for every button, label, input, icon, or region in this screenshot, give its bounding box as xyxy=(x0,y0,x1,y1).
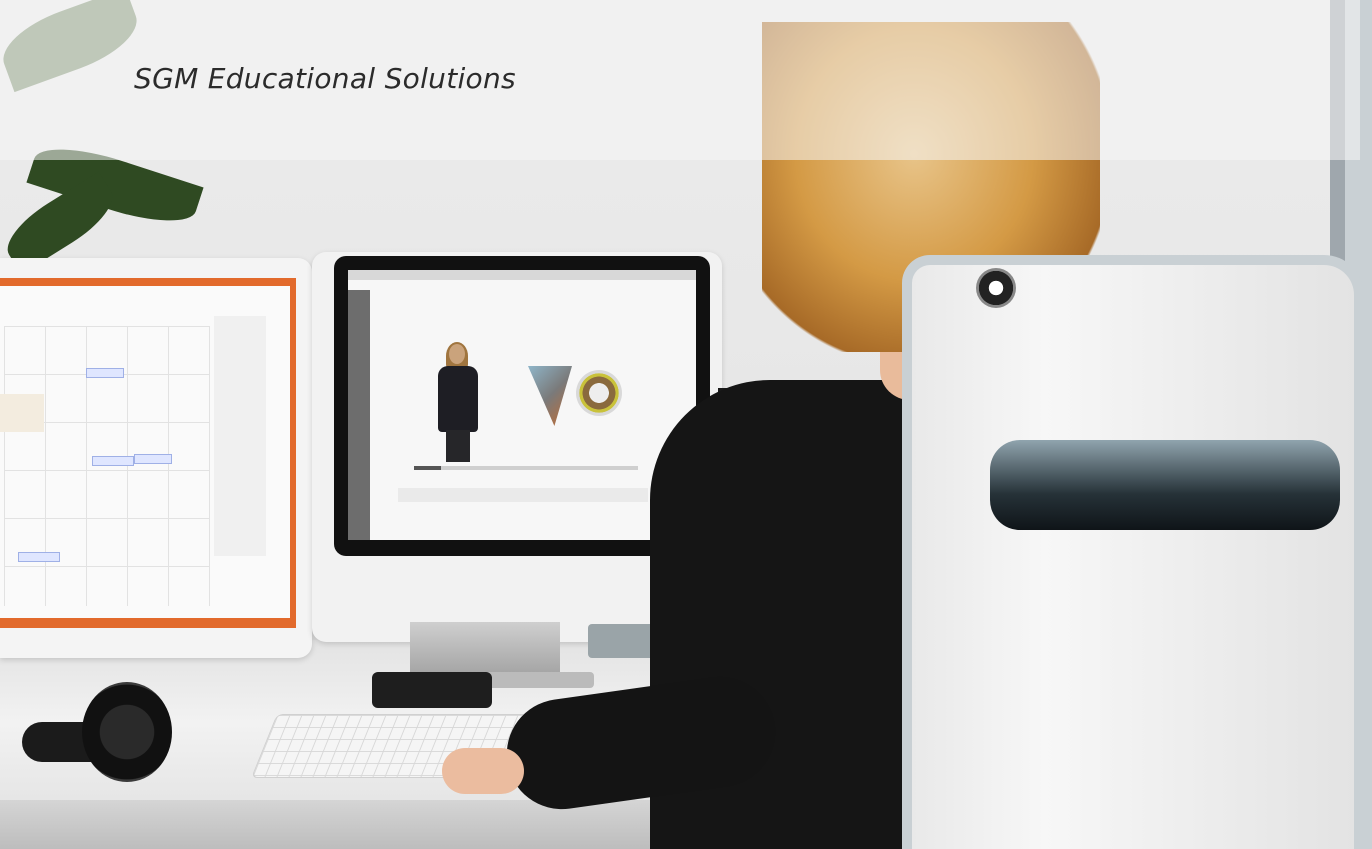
browser-bar xyxy=(348,270,696,280)
left-monitor xyxy=(0,258,312,658)
person-hand xyxy=(442,748,524,794)
earth-layers-diagram xyxy=(576,370,622,416)
calendar-app xyxy=(0,286,290,618)
office-chair-back xyxy=(902,255,1364,849)
video-progress-bar xyxy=(414,466,638,470)
calendar-event xyxy=(86,368,124,378)
video-presenter xyxy=(430,342,486,464)
caption-bar xyxy=(398,488,648,502)
calendar-sidebar xyxy=(214,316,266,556)
chair-frame xyxy=(990,440,1340,530)
page-title: SGM Educational Solutions xyxy=(134,62,516,95)
left-monitor-screen xyxy=(0,278,296,628)
calendar-event xyxy=(0,394,44,432)
video-progress-fill xyxy=(414,466,441,470)
photo-scene: SGM Educational Solutions xyxy=(0,0,1372,849)
calendar-event xyxy=(92,456,134,466)
audio-device xyxy=(372,672,492,708)
geology-diagram xyxy=(528,366,572,426)
chair-knob xyxy=(976,268,1016,308)
calendar-event xyxy=(134,454,172,464)
app-sidebar xyxy=(348,290,370,540)
calendar-event xyxy=(18,552,60,562)
e-learning-screen xyxy=(348,270,696,540)
headphones xyxy=(22,662,172,792)
